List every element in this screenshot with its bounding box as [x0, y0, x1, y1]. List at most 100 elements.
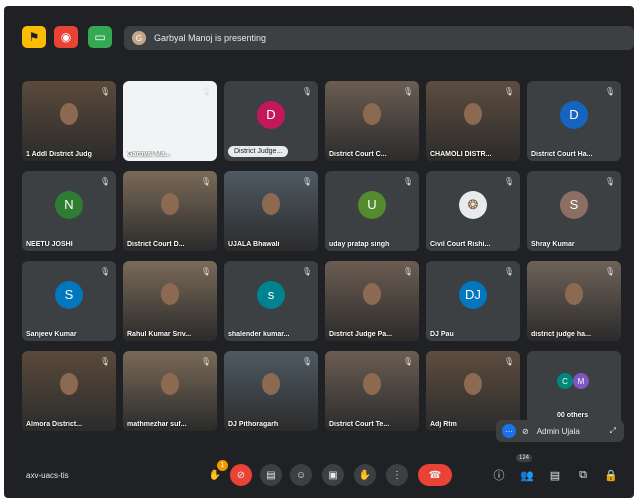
- camera-off-button[interactable]: ⊘: [230, 464, 252, 486]
- participant-avatar: S: [55, 280, 83, 309]
- participant-name: Sanjeev Kumar: [26, 331, 77, 338]
- participant-name: CHAMOLI DISTR...: [430, 151, 492, 158]
- hand-icon[interactable]: ✋ 1: [204, 460, 228, 486]
- mic-off-icon: 🎙: [301, 356, 313, 366]
- expand-icon[interactable]: ⤢: [610, 426, 616, 436]
- meeting-code: axv-uacs-tis: [26, 471, 69, 480]
- participant-tile[interactable]: 🎙 UJALA Bhawali: [224, 171, 318, 251]
- participant-avatar: U: [358, 190, 386, 219]
- record-icon[interactable]: ◉: [54, 26, 78, 48]
- participant-tile[interactable]: 🎙 District Court C...: [325, 81, 419, 161]
- participant-tile[interactable]: s 🎙 shalender kumar...: [224, 261, 318, 341]
- top-bar: ⚑ ◉ ▭ G Garbyal Manoj is presenting: [4, 6, 634, 66]
- mic-off-icon: 🎙: [402, 86, 414, 96]
- participant-name: mathmezhar suf...: [127, 421, 187, 428]
- presenting-banner[interactable]: G Garbyal Manoj is presenting: [124, 26, 634, 50]
- participant-tile[interactable]: 🎙 DJ Pithoragarh: [224, 351, 318, 431]
- participant-name: 1 Addl District Judg: [26, 151, 92, 158]
- participant-face: [464, 103, 482, 125]
- people-icon[interactable]: 👥 124: [516, 454, 536, 484]
- participant-name: NEETU JOSHI: [26, 241, 73, 248]
- participant-avatar: D: [257, 100, 285, 129]
- participant-tile[interactable]: S 🎙 Shray Kumar: [527, 171, 621, 251]
- mini-avatar: C: [557, 373, 573, 389]
- mic-off-icon: 🎙: [503, 356, 515, 366]
- presenting-text: Garbyal Manoj is presenting: [154, 33, 267, 43]
- participant-avatar: D: [560, 100, 588, 129]
- participant-tile[interactable]: 🎙 District Court D...: [123, 171, 217, 251]
- flag-icon[interactable]: ⚑: [22, 26, 46, 48]
- participant-tile[interactable]: D 🎙 District Judge...: [224, 81, 318, 161]
- emoji-button[interactable]: ☺: [290, 464, 312, 486]
- participant-tile[interactable]: 🎙 mathmezhar suf...: [123, 351, 217, 431]
- participant-avatar: S: [560, 190, 588, 219]
- captions-button[interactable]: ▤: [260, 464, 282, 486]
- bottom-bar: axv-uacs-tis ✋ 1 ⊘ ▤ ☺ ▣ ✋ ⋮ ☎ ⓘ 👥 124 ▤…: [4, 444, 634, 498]
- participant-tile[interactable]: C M 00 others: [527, 351, 621, 431]
- mic-off-icon: 🎙: [99, 356, 111, 366]
- camera-off-icon: ⊘: [522, 426, 529, 436]
- participant-tile[interactable]: 🎙 Garbyal Ma...: [123, 81, 217, 161]
- participant-tile[interactable]: U 🎙 uday pratap singh: [325, 171, 419, 251]
- participant-face: [60, 373, 78, 395]
- participant-avatar: N: [55, 190, 83, 219]
- participant-face: [363, 103, 381, 125]
- participant-name: district judge ha...: [531, 331, 591, 338]
- participant-tile[interactable]: 🎙 Rahul Kumar Sriv...: [123, 261, 217, 341]
- participant-tile[interactable]: DJ 🎙 DJ Pau: [426, 261, 520, 341]
- participant-face: [464, 373, 482, 395]
- participant-tile[interactable]: 🎙 Almora District...: [22, 351, 116, 431]
- participant-name: District Judge...: [228, 146, 289, 157]
- participant-name: District Court D...: [127, 241, 185, 248]
- companion-icon[interactable]: ▭: [88, 26, 112, 48]
- admin-label: Admin Ujala: [536, 426, 580, 436]
- participant-tile[interactable]: 🎙 CHAMOLI DISTR...: [426, 81, 520, 161]
- participant-tile[interactable]: 🎙 District Court Te...: [325, 351, 419, 431]
- raise-hand-button[interactable]: ✋: [354, 464, 376, 486]
- mic-off-icon: 🎙: [200, 266, 212, 276]
- admin-chip[interactable]: ⋯ ⊘ Admin Ujala ⤢: [496, 420, 624, 442]
- participant-face: [363, 283, 381, 305]
- participant-name: DJ Pithoragarh: [228, 421, 279, 428]
- more-options-button[interactable]: ⋮: [386, 464, 408, 486]
- participant-name: 00 others: [557, 412, 589, 419]
- participant-face: [161, 373, 179, 395]
- activities-icon[interactable]: ⧉: [574, 466, 592, 484]
- participant-name: UJALA Bhawali: [228, 241, 280, 248]
- participant-name: Adj Rtm: [430, 421, 457, 428]
- participant-tile[interactable]: 🎙 district judge ha...: [527, 261, 621, 341]
- lock-icon[interactable]: 🔒: [602, 466, 620, 484]
- mic-off-icon: 🎙: [200, 176, 212, 186]
- participant-tile[interactable]: ❂ 🎙 Civil Court Rishi...: [426, 171, 520, 251]
- chat-icon[interactable]: ▤: [546, 466, 564, 484]
- mic-off-icon: 🎙: [604, 176, 616, 186]
- participant-name: District Court Ha...: [531, 151, 593, 158]
- mic-off-icon: 🎙: [99, 86, 111, 96]
- mic-off-icon: 🎙: [503, 176, 515, 186]
- participant-name: Rahul Kumar Sriv...: [127, 331, 192, 338]
- participant-tile[interactable]: 🎙 District Judge Pa...: [325, 261, 419, 341]
- mic-off-icon: 🎙: [402, 266, 414, 276]
- end-call-button[interactable]: ☎: [418, 464, 452, 486]
- participant-face: [161, 283, 179, 305]
- participant-tile[interactable]: N 🎙 NEETU JOSHI: [22, 171, 116, 251]
- participants-count: 124: [516, 454, 533, 462]
- mic-off-icon: 🎙: [402, 356, 414, 366]
- participant-name: DJ Pau: [430, 331, 454, 338]
- participant-tile[interactable]: 🎙 Adj Rtm: [426, 351, 520, 431]
- info-icon[interactable]: ⓘ: [490, 466, 508, 484]
- participant-name: Civil Court Rishi...: [430, 241, 491, 248]
- participant-face: [565, 283, 583, 305]
- participant-tile[interactable]: S 🎙 Sanjeev Kumar: [22, 261, 116, 341]
- present-button[interactable]: ▣: [322, 464, 344, 486]
- participant-tile[interactable]: 🎙 1 Addl District Judg: [22, 81, 116, 161]
- participant-tile[interactable]: D 🎙 District Court Ha...: [527, 81, 621, 161]
- participant-name: District Judge Pa...: [329, 331, 393, 338]
- participant-name: Shray Kumar: [531, 241, 575, 248]
- participant-face: [363, 373, 381, 395]
- mic-off-icon: 🎙: [604, 266, 616, 276]
- mic-off-icon: 🎙: [402, 176, 414, 186]
- participant-name: uday pratap singh: [329, 241, 390, 248]
- mic-off-icon: 🎙: [200, 86, 212, 96]
- mic-off-icon: 🎙: [503, 86, 515, 96]
